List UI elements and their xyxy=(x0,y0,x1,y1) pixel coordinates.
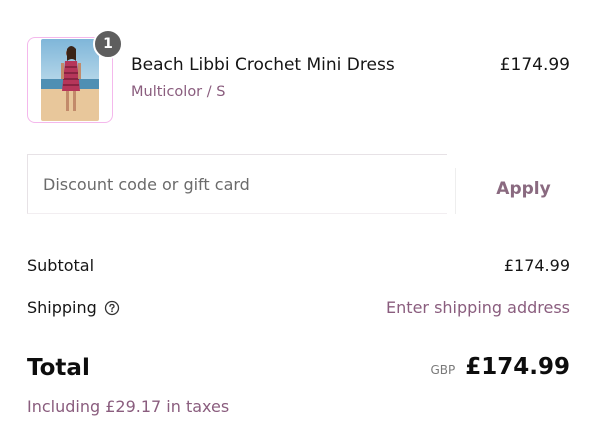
total-label: Total xyxy=(27,355,90,381)
product-image xyxy=(41,39,99,121)
shipping-value: Enter shipping address xyxy=(386,298,570,317)
currency-code: GBP xyxy=(430,363,456,377)
discount-code-input[interactable] xyxy=(43,155,438,213)
product-price: £174.99 xyxy=(499,55,570,75)
tax-note: Including £29.17 in taxes xyxy=(27,397,230,416)
total-value: £174.99 xyxy=(465,354,570,380)
product-variant: Multicolor / S xyxy=(131,84,226,100)
divider xyxy=(455,168,456,214)
total-amount: GBP £174.99 xyxy=(430,354,570,380)
question-circle-icon[interactable] xyxy=(104,300,120,316)
subtotal-label: Subtotal xyxy=(27,256,95,275)
apply-button[interactable]: Apply xyxy=(465,166,582,212)
shipping-label: Shipping xyxy=(27,298,97,317)
discount-field xyxy=(27,154,447,214)
order-summary: 1 Beach Libbi Crochet Mini Dress Multico… xyxy=(0,0,599,447)
product-title: Beach Libbi Crochet Mini Dress xyxy=(131,55,395,75)
quantity-badge: 1 xyxy=(93,29,123,59)
subtotal-value: £174.99 xyxy=(503,256,570,275)
shipping-row-label: Shipping xyxy=(27,298,120,317)
